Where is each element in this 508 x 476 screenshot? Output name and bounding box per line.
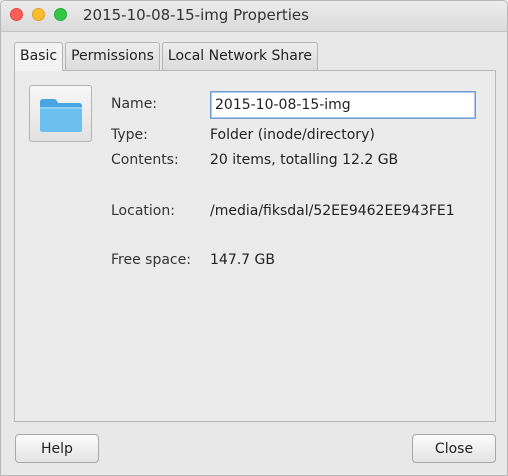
name-label: Name: (111, 96, 158, 112)
close-window-button[interactable] (10, 8, 23, 21)
tab-permissions[interactable]: Permissions (65, 42, 160, 70)
location-label: Location: (111, 203, 175, 219)
location-value: /media/fiksdal/52EE9462EE943FE1 (210, 203, 455, 219)
type-label: Type: (111, 127, 148, 143)
tab-bar: Basic Permissions Local Network Share (14, 42, 320, 71)
tab-local-network-share[interactable]: Local Network Share (161, 42, 318, 70)
free-space-value: 147.7 GB (210, 252, 275, 268)
folder-icon-button[interactable] (29, 85, 92, 142)
help-button[interactable]: Help (15, 434, 99, 463)
contents-label: Contents: (111, 152, 179, 168)
name-input[interactable] (210, 91, 476, 119)
folder-icon (40, 99, 82, 132)
contents-value: 20 items, totalling 12.2 GB (210, 152, 399, 168)
free-space-label: Free space: (111, 252, 191, 268)
tab-basic[interactable]: Basic (14, 42, 64, 71)
close-button[interactable]: Close (412, 434, 496, 463)
window-title: 2015-10-08-15-img Properties (83, 6, 309, 24)
minimize-window-button[interactable] (32, 8, 45, 21)
maximize-window-button[interactable] (54, 8, 67, 21)
type-value: Folder (inode/directory) (210, 127, 375, 143)
basic-panel: Name: Type: Folder (inode/directory) Con… (14, 70, 496, 422)
properties-window: 2015-10-08-15-img Properties Basic Permi… (0, 0, 508, 476)
title-bar[interactable]: 2015-10-08-15-img Properties (1, 1, 507, 32)
